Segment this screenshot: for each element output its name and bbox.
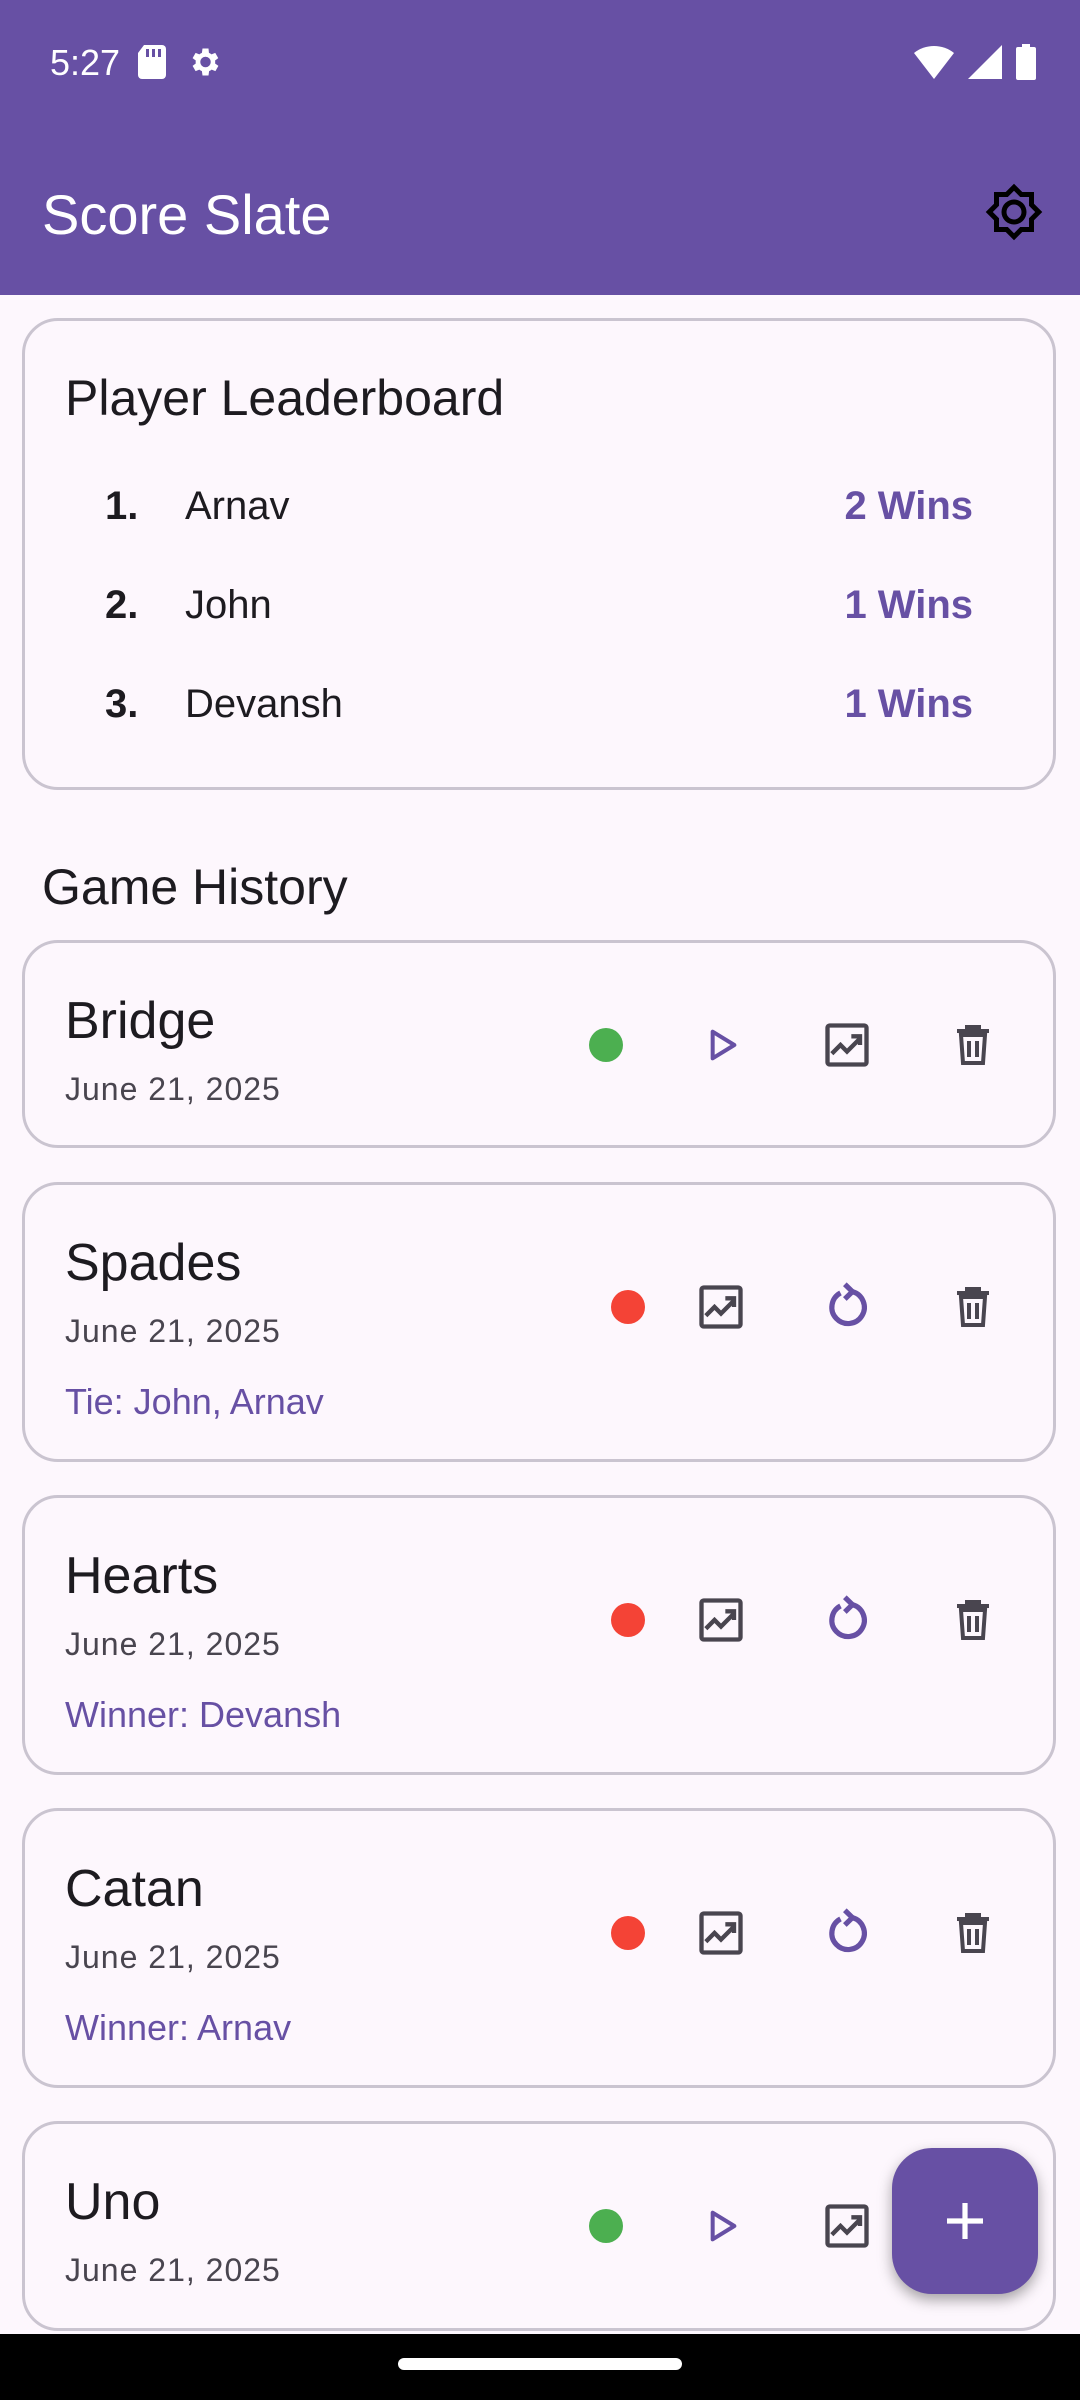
game-name: Uno [65,2173,161,2231]
trash-icon [957,1913,989,1953]
restart-game-button[interactable] [811,1584,883,1656]
game-card-spades[interactable]: Spades June 21, 2025 Tie: John, Arnav [22,1182,1056,1462]
trending-chart-icon [825,2204,869,2248]
game-date: June 21, 2025 [65,1313,281,1349]
game-name: Spades [65,1234,242,1292]
leaderboard-row: 3. Devansh 1 Wins [105,669,973,739]
restart-icon [829,1908,867,1953]
game-history-title: Game History [42,859,348,915]
resume-game-button[interactable] [685,1009,757,1081]
leaderboard-player-name: John [185,582,272,627]
restart-icon [829,1282,867,1327]
game-date: June 21, 2025 [65,1626,281,1662]
settings-button[interactable] [978,176,1050,248]
leaderboard-title: Player Leaderboard [65,370,505,426]
game-name: Catan [65,1860,204,1918]
game-result: Winner: Devansh [65,1694,342,1735]
status-time: 5:27 [50,42,121,83]
plus-icon [947,2203,983,2239]
trash-icon [957,1600,989,1640]
wifi-icon [914,45,954,79]
brightness-gear-icon [985,183,1043,241]
signal-icon [968,45,1002,79]
trash-icon [957,1287,989,1327]
leaderboard-row: 2. John 1 Wins [105,570,973,640]
game-status-dot [611,1290,645,1324]
home-gesture-handle[interactable] [398,2358,682,2370]
play-icon [710,2210,737,2242]
delete-game-button[interactable] [937,1584,1009,1656]
leaderboard-row: 1. Arnav 2 Wins [105,471,973,541]
game-date: June 21, 2025 [65,2252,281,2288]
trending-chart-icon [825,1023,869,1067]
leaderboard-rank: 2. [105,582,139,627]
restart-icon [829,1595,867,1640]
delete-game-button[interactable] [937,1271,1009,1343]
game-stats-button[interactable] [811,2190,883,2262]
settings-status-icon [192,48,219,76]
leaderboard-player-name: Arnav [185,483,290,528]
game-card-bridge[interactable]: Bridge June 21, 2025 [22,940,1056,1148]
add-game-fab[interactable] [892,2148,1038,2294]
leaderboard-wins: 1 Wins [844,681,973,726]
leaderboard-rank: 3. [105,681,139,726]
leaderboard-player-name: Devansh [185,681,343,726]
resume-game-button[interactable] [685,2190,757,2262]
game-result: Tie: John, Arnav [65,1381,324,1422]
delete-game-button[interactable] [937,1009,1009,1081]
game-name: Bridge [65,992,216,1050]
game-result: Winner: Arnav [65,2007,292,2048]
restart-game-button[interactable] [811,1271,883,1343]
delete-game-button[interactable] [937,1897,1009,1969]
app-title: Score Slate [42,183,332,246]
game-stats-button[interactable] [811,1009,883,1081]
game-card-hearts[interactable]: Hearts June 21, 2025 Winner: Devansh [22,1495,1056,1775]
trash-icon [957,1025,989,1065]
trending-chart-icon [699,1285,743,1329]
play-icon [710,1029,737,1061]
game-stats-button[interactable] [685,1271,757,1343]
leaderboard-wins: 2 Wins [844,483,973,528]
game-date: June 21, 2025 [65,1071,281,1107]
leaderboard-rank: 1. [105,483,139,528]
battery-icon [1016,44,1036,80]
sd-card-icon [138,45,166,79]
game-name: Hearts [65,1547,219,1605]
status-bar: 5:27 [0,0,1080,128]
game-stats-button[interactable] [685,1897,757,1969]
game-status-dot [611,1916,645,1950]
game-stats-button[interactable] [685,1584,757,1656]
game-card-catan[interactable]: Catan June 21, 2025 Winner: Arnav [22,1808,1056,2088]
leaderboard-wins: 1 Wins [844,582,973,627]
game-status-dot [611,1603,645,1637]
trending-chart-icon [699,1911,743,1955]
app-bar: Score Slate [0,128,1080,295]
leaderboard-card: Player Leaderboard 1. Arnav 2 Wins 2. Jo… [22,318,1056,790]
game-status-dot [589,1028,623,1062]
game-date: June 21, 2025 [65,1939,281,1975]
navigation-bar [0,2334,1080,2400]
trending-chart-icon [699,1598,743,1642]
restart-game-button[interactable] [811,1897,883,1969]
game-status-dot [589,2209,623,2243]
